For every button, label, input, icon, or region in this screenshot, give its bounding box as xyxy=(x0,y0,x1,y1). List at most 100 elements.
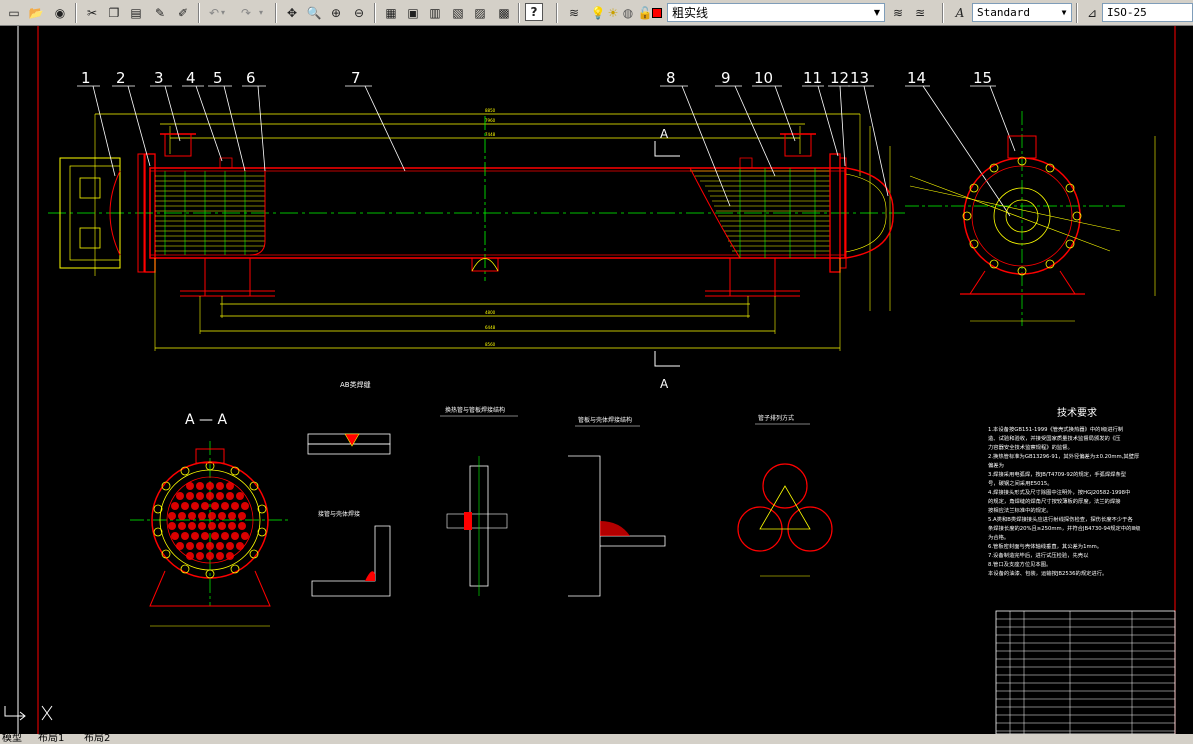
pan-icon[interactable]: ✥ xyxy=(282,3,302,22)
section-mark-top: A xyxy=(660,127,669,141)
balloon-leaders xyxy=(77,85,1016,217)
detail-title-saddle: 接管与壳体焊接 xyxy=(318,510,360,518)
balloon-4: 4 xyxy=(186,69,196,87)
balloon-7: 7 xyxy=(351,69,361,87)
properties-icon[interactable]: ▦ xyxy=(381,3,401,22)
tech-line-1: 1.本设备按GB151-1999《管壳式换热器》中的Ⅰ级进行制 xyxy=(988,425,1123,433)
detail-tube-plate: 换热管与管板焊接结构 xyxy=(440,406,518,596)
svg-text:6448: 6448 xyxy=(485,325,496,330)
balloon-15: 15 xyxy=(973,69,992,87)
zoom-previous-icon[interactable]: ⊖ xyxy=(349,3,369,22)
help-icon[interactable]: ? xyxy=(525,3,543,21)
svg-text:8560: 8560 xyxy=(485,342,496,347)
tech-line-8: 4.焊接接头形式及尺寸除图中注明外，按HGJ20582-1998中 xyxy=(988,488,1130,496)
svg-text:8850: 8850 xyxy=(485,108,496,113)
balloon-5: 5 xyxy=(213,69,223,87)
drawing-svg: A A 8850 7960 7448 4800 6448 8560 1 2 3 … xyxy=(4,26,1176,735)
section-mark-bottom: A xyxy=(660,377,669,391)
zoom-realtime-icon[interactable]: 🔍 xyxy=(304,3,324,22)
chevron-down-icon: ▼ xyxy=(873,8,881,17)
tech-line-14: 6.管板密封面与壳体轴线垂直，其公差为1mm。 xyxy=(988,542,1102,550)
text-style-dropdown[interactable]: Standard ▼ xyxy=(972,3,1072,22)
balloon-6: 6 xyxy=(246,69,256,87)
layer-color-icon xyxy=(652,3,662,22)
svg-text:7960: 7960 xyxy=(485,118,496,123)
copy-icon[interactable]: ❐ xyxy=(104,3,124,22)
balloon-10: 10 xyxy=(754,69,773,87)
balloon-14: 14 xyxy=(907,69,926,87)
tech-line-6: 3.焊接采用电弧焊，按JB/T4709-92的规定，手弧焊焊条型 xyxy=(988,470,1127,478)
tech-line-15: 7.设备制造完毕后，进行试压检验，先壳以 xyxy=(988,551,1089,559)
match-properties-icon[interactable]: ✎ xyxy=(150,3,170,22)
layer-properties-icon[interactable]: ≋ xyxy=(564,3,584,22)
tech-line-9: 的规定，角焊缝的焊角尺寸按较薄板的厚度，法兰的焊接 xyxy=(988,497,1121,505)
standard-toolbar: ▭ 📂 ◉ ✂ ❐ ▤ ✎ ✐ ↶ ▾ ↷ ▾ ✥ 🔍 ⊕ ⊖ ▦ ▣ ▥ ▧ … xyxy=(0,0,1193,26)
tech-requirements: 技术要求 1.本设备按GB151-1999《管壳式换热器》中的Ⅰ级进行制 造、试… xyxy=(988,406,1141,577)
zoom-window-icon[interactable]: ⊕ xyxy=(326,3,346,22)
section-title: A — A xyxy=(185,412,227,428)
balloon-9: 9 xyxy=(721,69,731,87)
calculator-icon[interactable]: ▩ xyxy=(494,3,514,22)
balloon-1: 1 xyxy=(81,69,91,87)
block-editor-icon[interactable]: ✐ xyxy=(173,3,193,22)
tech-line-12: 条焊接长度的20%且≥250mm，并符合JB4730-94规定中的Ⅲ级 xyxy=(988,524,1141,532)
balloon-2: 2 xyxy=(116,69,126,87)
text-style-value: Standard xyxy=(977,6,1030,19)
balloon-8: 8 xyxy=(666,69,676,87)
tech-line-17: 本设备的油漆、包装，运输按JB2536的规定进行。 xyxy=(988,569,1107,577)
text-style-icon[interactable]: A xyxy=(950,3,970,22)
detail-title-ab: AB类焊缝 xyxy=(340,380,371,389)
dim-style-dropdown[interactable]: ISO-25 xyxy=(1102,3,1193,22)
tech-line-7: 号，碳钢之间采用E5015。 xyxy=(988,479,1053,487)
detail-tube-layout: 管子排列方式 xyxy=(737,414,833,577)
detail-title-shell: 管板与壳体焊接结构 xyxy=(578,416,632,424)
svg-text:7448: 7448 xyxy=(485,132,496,137)
tech-line-4: 2.换热管标准为GB13296-91，其外径偏差为±0.20mm,其壁厚 xyxy=(988,452,1140,460)
balloon-11: 11 xyxy=(803,69,822,87)
open-icon[interactable]: 📂 xyxy=(26,3,46,22)
layout-tabs: 模型 布局1 布局2 xyxy=(0,734,1193,744)
design-center-icon[interactable]: ▣ xyxy=(403,3,423,22)
publish-icon[interactable]: ◉ xyxy=(50,3,70,22)
layer-previous-icon[interactable]: ≊ xyxy=(910,3,930,22)
main-elevation-view: A A 8850 7960 7448 4800 6448 8560 xyxy=(48,108,905,391)
tech-line-3: 力容器安全技术监察规程》的监督。 xyxy=(988,443,1073,451)
layer-dropdown[interactable]: 粗实线 ▼ xyxy=(667,3,885,22)
undo-dropdown-icon[interactable]: ▾ xyxy=(218,3,228,22)
detail-title-layout: 管子排列方式 xyxy=(758,414,794,422)
cut-icon[interactable]: ✂ xyxy=(82,3,102,22)
section-a-a-view: A — A xyxy=(130,412,290,627)
svg-text:4800: 4800 xyxy=(485,310,496,315)
tech-req-title: 技术要求 xyxy=(1057,406,1097,419)
ucs-icon xyxy=(4,705,53,721)
end-view xyxy=(905,111,1156,326)
detail-ab-weld: AB类焊缝 接管与壳体焊接 xyxy=(307,380,391,597)
tab-layout1[interactable]: 布局1 xyxy=(38,734,64,744)
tab-layout2[interactable]: 布局2 xyxy=(84,734,110,744)
drawing-canvas[interactable]: A A 8850 7960 7448 4800 6448 8560 1 2 3 … xyxy=(0,26,1193,735)
dim-style-value: ISO-25 xyxy=(1107,6,1147,19)
tool-palettes-icon[interactable]: ▥ xyxy=(425,3,445,22)
detail-title-tube-plate: 换热管与管板焊接结构 xyxy=(445,406,505,414)
balloon-12: 12 xyxy=(830,69,849,87)
layer-name: 粗实线 xyxy=(672,6,709,20)
tech-line-10: 按相应法兰标准中的规定。 xyxy=(988,506,1052,514)
make-current-layer-icon[interactable]: ≋ xyxy=(888,3,908,22)
tab-model[interactable]: 模型 xyxy=(2,734,22,744)
balloon-numbers: 1 2 3 4 5 6 7 8 9 10 11 12 13 14 15 xyxy=(81,69,992,87)
tech-line-13: 为合格。 xyxy=(988,533,1009,541)
tech-line-16: 8.管口及支座方位见本图。 xyxy=(988,560,1051,568)
paste-icon[interactable]: ▤ xyxy=(126,3,146,22)
detail-shell-nozzle: 管板与壳体焊接结构 xyxy=(568,416,666,597)
parts-list-table xyxy=(995,610,1176,735)
tech-line-11: 5.A类和B类焊接接头应进行射线探伤检查，探伤长度不少于各 xyxy=(988,515,1133,523)
balloon-13: 13 xyxy=(850,69,869,87)
balloon-3: 3 xyxy=(154,69,164,87)
dim-style-icon[interactable]: ⊿ xyxy=(1082,3,1102,22)
new-icon[interactable]: ▭ xyxy=(4,3,24,22)
tech-line-2: 造、试验和验收，并接受国家质量技术监督局颁发的《压 xyxy=(988,434,1121,442)
redo-icon[interactable]: ↷ xyxy=(236,3,256,22)
sheet-set-icon[interactable]: ▧ xyxy=(448,3,468,22)
redo-dropdown-icon[interactable]: ▾ xyxy=(256,3,266,22)
markup-icon[interactable]: ▨ xyxy=(470,3,490,22)
